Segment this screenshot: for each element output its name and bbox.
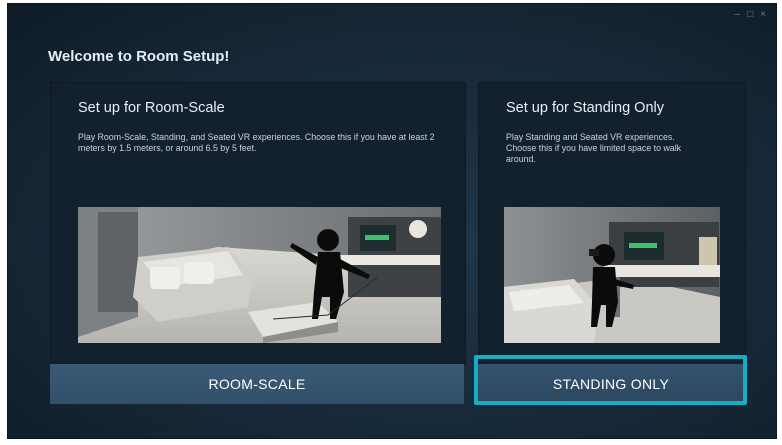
room-scale-description: Play Room-Scale, Standing, and Seated VR… [78,132,435,153]
standing-only-button[interactable]: STANDING ONLY [478,364,744,404]
standing-only-heading: Set up for Standing Only [506,100,664,116]
close-icon[interactable]: × [760,10,766,20]
room-scale-card: Set up for Room-Scale Play Room-Scale, S… [50,82,466,365]
room-setup-window: – □ × Welcome to Room Setup! Set up for … [8,4,776,438]
room-scale-illustration [78,207,441,343]
standing-only-illustration [504,207,720,343]
page-title: Welcome to Room Setup! [48,48,230,65]
standing-only-card: Set up for Standing Only Play Standing a… [478,82,746,365]
standing-only-description: Play Standing and Seated VR experiences.… [506,132,682,164]
room-scale-button[interactable]: ROOM-SCALE [50,364,464,404]
restore-icon[interactable]: □ [747,10,753,20]
room-scale-heading: Set up for Room-Scale [78,100,225,116]
window-controls: – □ × [735,10,766,20]
minimize-icon[interactable]: – [735,10,741,20]
